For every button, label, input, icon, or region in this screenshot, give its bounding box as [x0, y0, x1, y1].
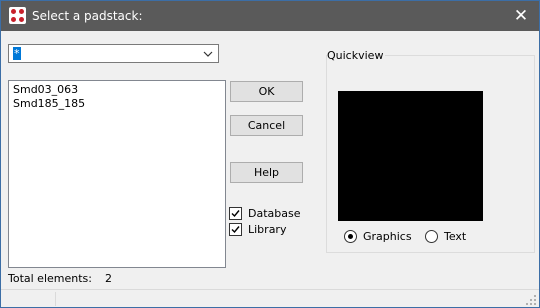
list-item[interactable]: Smd03_063 — [13, 83, 225, 97]
help-button[interactable]: Help — [230, 162, 303, 183]
close-icon: ✕ — [513, 6, 529, 26]
radio-circle[interactable] — [425, 230, 438, 243]
total-elements-label: Total elements: — [8, 272, 92, 285]
quickview-label: Quickview — [327, 49, 386, 62]
padstack-list[interactable]: Smd03_063 Smd185_185 — [8, 80, 226, 268]
filter-combobox[interactable]: * — [8, 44, 219, 63]
quickview-preview — [338, 91, 483, 221]
total-elements-value: 2 — [105, 272, 112, 285]
title-bar: Select a padstack: ✕ — [1, 1, 539, 31]
resize-grip-icon[interactable] — [526, 295, 536, 305]
checkmark-icon — [231, 226, 240, 234]
graphics-label: Graphics — [363, 230, 412, 243]
list-item[interactable]: Smd185_185 — [13, 97, 225, 111]
checkbox-box[interactable] — [229, 207, 242, 220]
radio-circle[interactable] — [344, 230, 357, 243]
checkmark-icon — [231, 210, 240, 218]
status-separator — [55, 292, 56, 306]
close-button[interactable]: ✕ — [503, 1, 539, 31]
text-label: Text — [444, 230, 467, 243]
checkbox-box[interactable] — [229, 223, 242, 236]
cancel-button[interactable]: Cancel — [230, 115, 303, 136]
chevron-down-icon[interactable] — [201, 46, 215, 61]
radio-dot — [348, 234, 353, 239]
padstack-app-icon — [9, 7, 26, 24]
ok-button[interactable]: OK — [230, 81, 303, 102]
library-label: Library — [248, 223, 287, 236]
dialog-window: Select a padstack: ✕ * Smd03_063 Smd185_… — [0, 0, 540, 308]
database-label: Database — [248, 207, 301, 220]
filter-value[interactable]: * — [13, 47, 21, 60]
window-title: Select a padstack: — [32, 9, 143, 23]
status-bar — [1, 289, 539, 308]
